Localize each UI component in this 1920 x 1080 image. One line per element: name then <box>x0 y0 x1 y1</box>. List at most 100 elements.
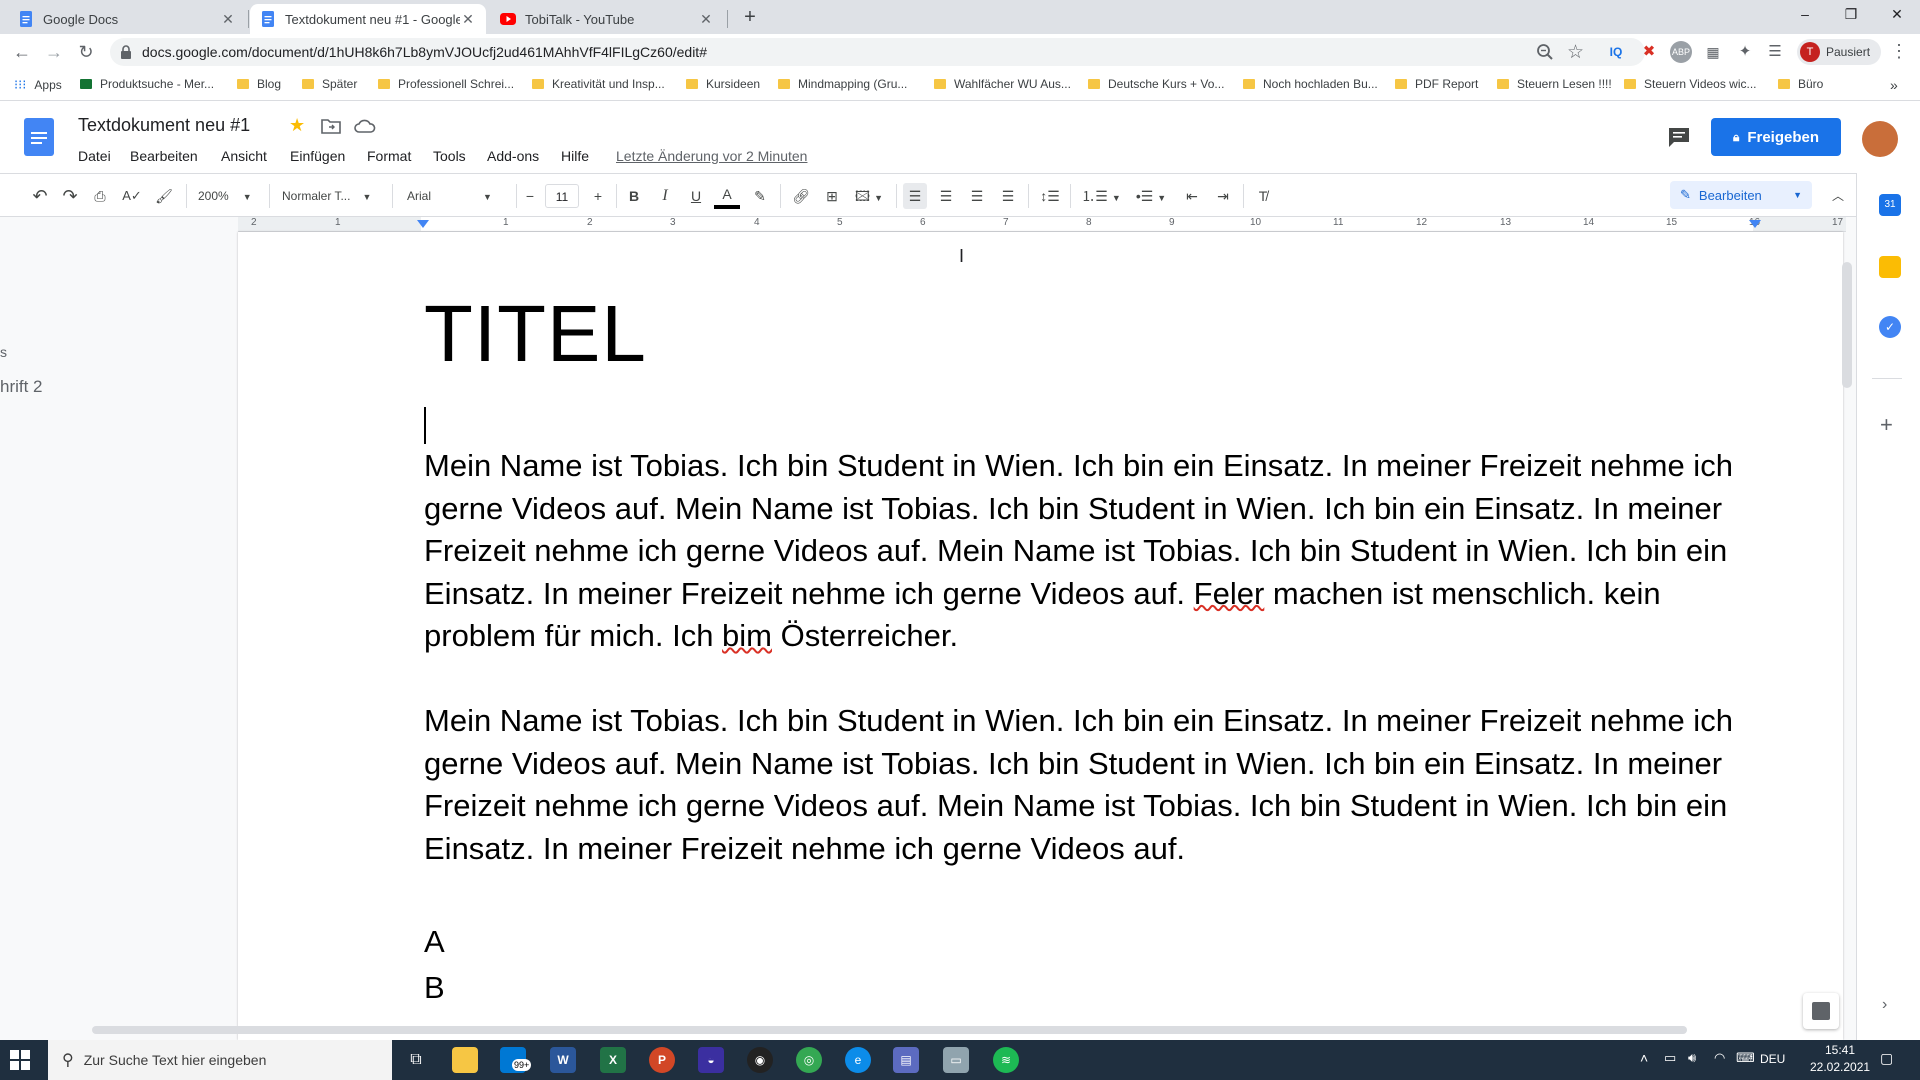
menu-datei[interactable]: Datei <box>78 148 111 164</box>
increase-font-size-button[interactable]: + <box>589 183 607 209</box>
text-color-button[interactable]: A <box>714 183 740 209</box>
iq-extension-icon[interactable]: IQ <box>1605 41 1627 63</box>
line-spacing-icon[interactable]: ↕☰ <box>1038 183 1062 209</box>
line-b[interactable]: B <box>424 970 445 1006</box>
tasks-icon[interactable]: ✓ <box>1879 316 1901 338</box>
align-right-icon[interactable]: ☰ <box>965 183 989 209</box>
bookmarks-overflow-button[interactable]: » <box>1890 77 1898 93</box>
taskbar-search-input[interactable]: ⚲ Zur Suche Text hier eingeben <box>48 1040 392 1080</box>
obs-icon[interactable]: ◉ <box>747 1047 773 1073</box>
bookmark-item[interactable]: PDF Report <box>1395 77 1478 91</box>
powerpoint-icon[interactable]: P <box>649 1047 675 1073</box>
bookmark-item[interactable]: Blog <box>237 77 281 91</box>
editing-mode-select[interactable]: ✎ Bearbeiten ▼ <box>1670 181 1812 209</box>
back-button[interactable]: ← <box>8 38 36 66</box>
docs-logo-icon[interactable] <box>24 118 54 156</box>
app-icon[interactable]: ▤ <box>893 1047 919 1073</box>
horizontal-scrollbar[interactable] <box>92 1026 1687 1034</box>
explore-button[interactable] <box>1803 993 1839 1029</box>
keyboard-icon[interactable]: ⌨ <box>1736 1050 1755 1066</box>
taskbar-clock[interactable]: 15:41 22.02.2021 <box>1810 1042 1870 1076</box>
close-icon[interactable]: ✕ <box>698 11 714 28</box>
windows-start-icon[interactable] <box>10 1050 30 1070</box>
paragraph[interactable]: Mein Name ist Tobias. Ich bin Student in… <box>424 445 1759 658</box>
document-heading[interactable]: TITEL <box>424 294 647 374</box>
share-button[interactable]: 🔒︎ Freigeben <box>1711 118 1841 156</box>
tab-google-docs[interactable]: Google Docs ✕ <box>8 4 246 34</box>
close-icon[interactable]: ✕ <box>220 11 236 28</box>
bookmark-item[interactable]: Wahlfächer WU Aus... <box>934 77 1071 91</box>
document-page[interactable]: TITEL Mein Name ist Tobias. Ich bin Stud… <box>238 232 1843 1040</box>
excel-icon[interactable]: X <box>600 1047 626 1073</box>
restore-button[interactable]: ❐ <box>1828 0 1874 30</box>
spellcheck-button[interactable]: A✓ <box>120 183 144 209</box>
wifi-icon[interactable]: ◠ <box>1714 1050 1725 1066</box>
decrease-font-size-button[interactable]: − <box>521 183 539 209</box>
undo-button[interactable]: ↶ <box>28 183 52 209</box>
menu-ansicht[interactable]: Ansicht <box>221 148 267 164</box>
spelling-error[interactable]: Feler <box>1194 576 1265 611</box>
highlight-color-icon[interactable]: ✎ <box>748 183 772 209</box>
lock-icon[interactable] <box>120 45 132 59</box>
bookmark-item[interactable]: Kreativität und Insp... <box>532 77 665 91</box>
tray-overflow-icon[interactable]: ˄ <box>1640 1050 1648 1066</box>
battery-icon[interactable]: ▭ <box>1664 1050 1676 1066</box>
keep-icon[interactable] <box>1879 256 1901 278</box>
menu-bearbeiten[interactable]: Bearbeiten <box>130 148 198 164</box>
italic-button[interactable]: I <box>653 183 677 209</box>
minimize-button[interactable]: – <box>1782 0 1828 30</box>
font-select[interactable]: Arial ▼ <box>407 183 507 209</box>
clear-formatting-icon[interactable]: T̸ <box>1251 183 1275 209</box>
forward-button[interactable]: → <box>40 38 68 66</box>
decrease-indent-icon[interactable]: ⇤ <box>1180 183 1204 209</box>
bookmark-item[interactable]: Büro <box>1778 77 1823 91</box>
close-window-button[interactable]: ✕ <box>1874 0 1920 30</box>
bookmark-star-icon[interactable]: ☆ <box>1567 41 1584 64</box>
speaker-icon[interactable]: 🔊︎ <box>1688 1050 1696 1066</box>
chrome-icon[interactable]: ◎ <box>796 1047 822 1073</box>
task-view-icon[interactable]: ⧉ <box>403 1047 429 1073</box>
paragraph-style-select[interactable]: Normaler T... ▼ <box>282 183 382 209</box>
bookmark-item[interactable]: Kursideen <box>686 77 760 91</box>
bookmark-item[interactable]: Steuern Videos wic... <box>1624 77 1757 91</box>
puzzle-icon[interactable]: ✦ <box>1734 41 1756 63</box>
align-center-icon[interactable]: ☰ <box>934 183 958 209</box>
spotify-icon[interactable]: ≋ <box>993 1047 1019 1073</box>
line-a[interactable]: A <box>424 924 445 960</box>
right-indent-marker[interactable] <box>1749 220 1761 228</box>
underline-button[interactable]: U <box>684 183 708 209</box>
cloud-status-icon[interactable] <box>354 119 376 133</box>
insert-image-icon[interactable]: 🖾︎ ▼ <box>850 183 888 209</box>
vertical-scrollbar[interactable] <box>1842 262 1852 388</box>
bookmark-item[interactable]: Professionell Schrei... <box>378 77 514 91</box>
menu-tools[interactable]: Tools <box>433 148 466 164</box>
redo-button[interactable]: ↷ <box>58 183 82 209</box>
zoom-select[interactable]: 200% ▼ <box>198 183 260 209</box>
profile-button[interactable]: T Pausiert <box>1797 39 1881 65</box>
bookmark-item[interactable]: Mindmapping (Gru... <box>778 77 907 91</box>
browser-menu-icon[interactable]: ⋮ <box>1890 41 1908 62</box>
align-justify-icon[interactable]: ☰ <box>996 183 1020 209</box>
account-avatar[interactable] <box>1862 121 1898 157</box>
new-tab-button[interactable]: + <box>738 6 762 30</box>
outline-item[interactable]: s <box>0 344 7 360</box>
abp-extension-icon[interactable]: ABP <box>1670 41 1692 63</box>
word-icon[interactable]: W <box>550 1047 576 1073</box>
font-size-input[interactable]: 11 <box>545 184 579 208</box>
left-indent-marker[interactable] <box>417 220 429 228</box>
paragraph[interactable]: Mein Name ist Tobias. Ich bin Student in… <box>424 700 1759 870</box>
collapse-menus-icon[interactable]: ︿ <box>1827 183 1849 209</box>
app-icon[interactable]: ▭ <box>943 1047 969 1073</box>
language-indicator[interactable]: DEU <box>1760 1052 1785 1066</box>
comment-history-icon[interactable] <box>1667 126 1691 148</box>
link-icon[interactable]: 🔗︎ <box>789 183 813 209</box>
app-icon[interactable]: ◒ <box>698 1047 724 1073</box>
bookmark-item[interactable]: Deutsche Kurs + Vo... <box>1088 77 1224 91</box>
calendar-icon[interactable]: 31 <box>1879 194 1901 216</box>
last-edit-link[interactable]: Letzte Änderung vor 2 Minuten <box>616 148 807 164</box>
outline-item[interactable]: hrift 2 <box>0 377 43 397</box>
tab-youtube[interactable]: TobiTalk - YouTube ✕ <box>490 4 724 34</box>
print-button[interactable]: ⎙ <box>88 183 112 209</box>
notification-icon[interactable]: ▢ <box>1880 1050 1893 1067</box>
increase-indent-icon[interactable]: ⇥ <box>1211 183 1235 209</box>
